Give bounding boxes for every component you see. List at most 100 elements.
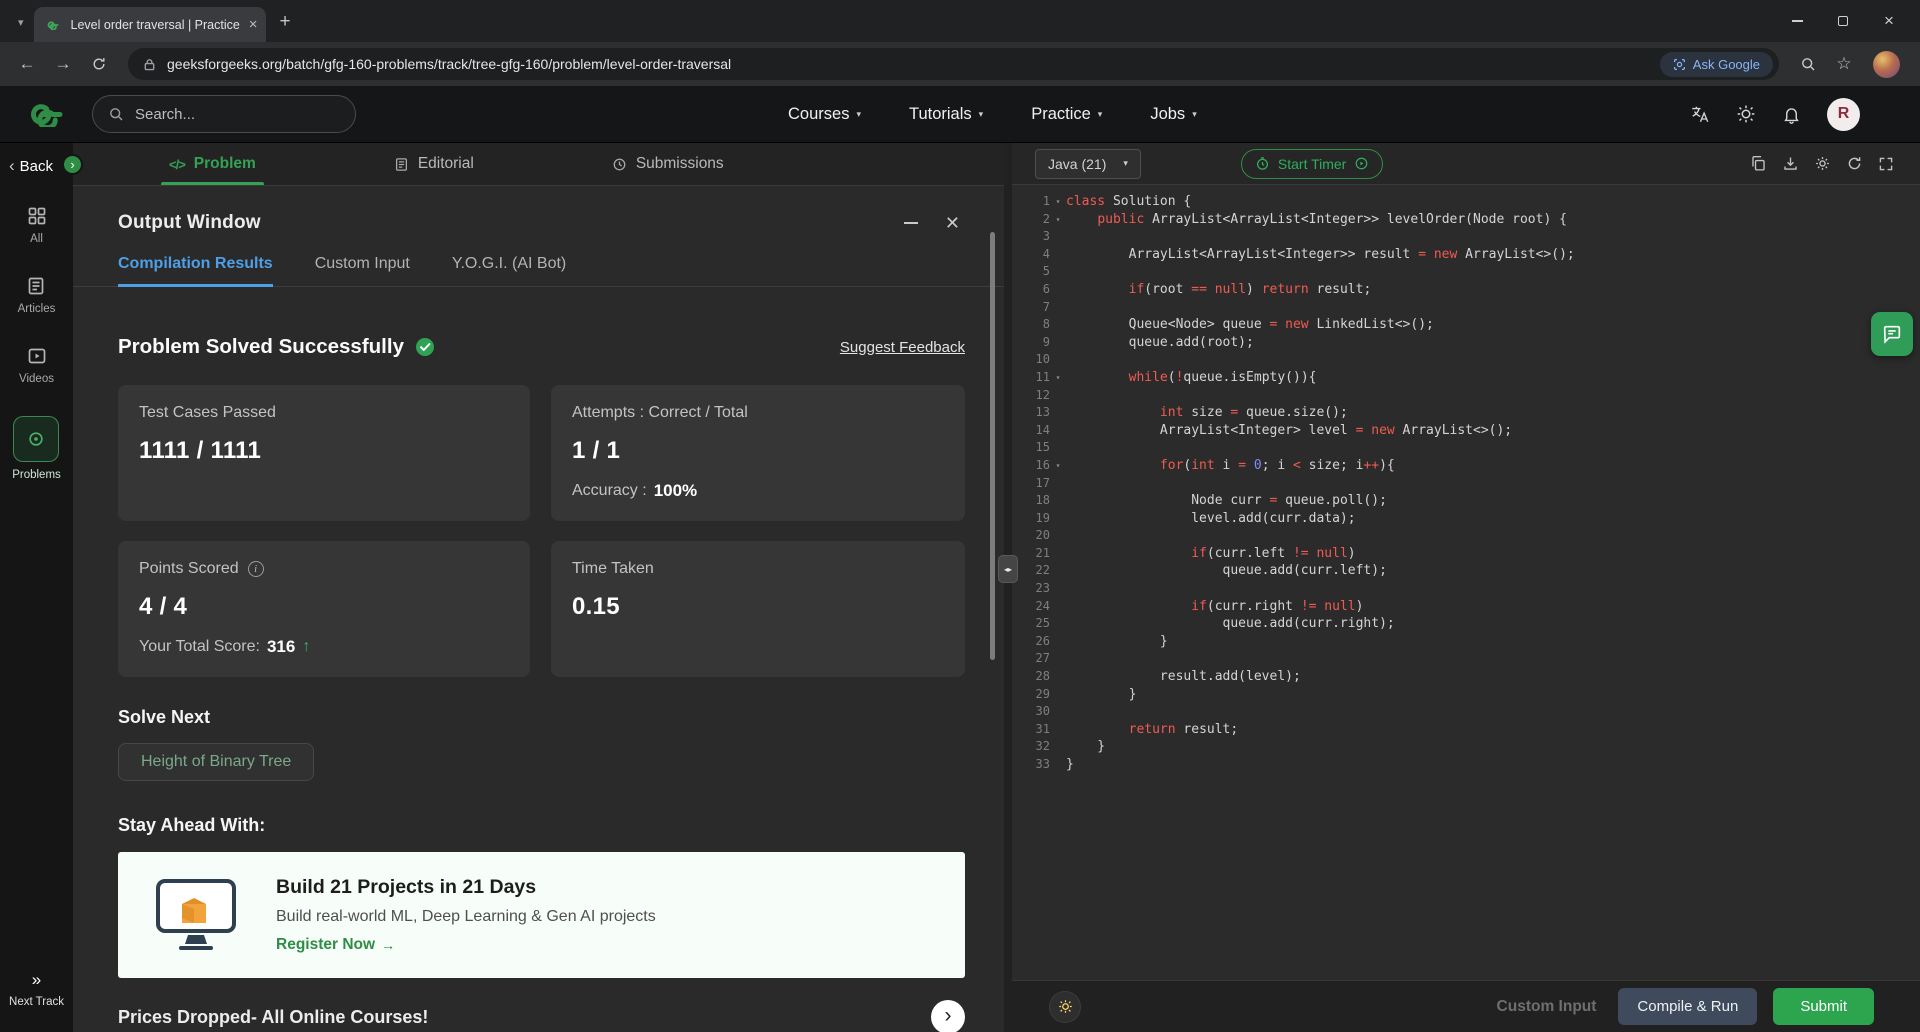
- site-search-input[interactable]: Search...: [92, 95, 356, 133]
- zoom-search-icon[interactable]: [1793, 49, 1823, 79]
- minimize-icon[interactable]: [903, 222, 918, 224]
- panel-scrollbar[interactable]: [990, 232, 995, 660]
- user-avatar[interactable]: R: [1827, 97, 1860, 131]
- code-area[interactable]: 1 ▾ class Solution {2 ▾ public ArrayList<Ar…: [1012, 185, 1920, 980]
- tab-custom-input[interactable]: Custom Input: [315, 255, 410, 286]
- resize-grip-icon[interactable]: ◂▸: [998, 555, 1018, 583]
- compile-run-button[interactable]: Compile & Run: [1618, 988, 1758, 1025]
- back-nav-icon[interactable]: ←: [12, 49, 42, 79]
- code-line[interactable]: 2 ▾ public ArrayList<ArrayList<Integer>> …: [1012, 211, 1920, 229]
- code-line[interactable]: 15: [1012, 439, 1920, 457]
- code-line[interactable]: 19 level.add(curr.data);: [1012, 510, 1920, 528]
- sidebar-item-articles[interactable]: Articles: [18, 276, 55, 315]
- code-line[interactable]: 21 if(curr.left != null): [1012, 545, 1920, 563]
- notification-bell-icon[interactable]: [1782, 105, 1801, 124]
- site-info-lock-icon[interactable]: [143, 58, 156, 71]
- code-line[interactable]: 10: [1012, 351, 1920, 369]
- info-icon[interactable]: i: [247, 561, 264, 577]
- url-bar[interactable]: geeksforgeeks.org/batch/gfg-160-problems…: [128, 48, 1779, 80]
- sidebar-item-all[interactable]: All: [27, 206, 47, 245]
- gfg-logo[interactable]: [26, 102, 76, 127]
- code-line[interactable]: 33}: [1012, 756, 1920, 774]
- translate-icon[interactable]: [1690, 104, 1710, 124]
- suggest-feedback-link[interactable]: Suggest Feedback: [840, 339, 965, 356]
- close-icon[interactable]: ✕: [945, 214, 960, 232]
- code-line[interactable]: 24 if(curr.right != null): [1012, 598, 1920, 616]
- code-line[interactable]: 16 ▾ for(int i = 0; i < size; i++){: [1012, 457, 1920, 475]
- course-promo-banner[interactable]: Build 21 Projects in 21 Days Build real-…: [118, 852, 965, 978]
- code-line[interactable]: 6 if(root == null) return result;: [1012, 281, 1920, 299]
- code-line[interactable]: 7: [1012, 299, 1920, 317]
- reload-icon[interactable]: [84, 49, 114, 79]
- window-maximize-button[interactable]: [1820, 0, 1866, 42]
- start-timer-button[interactable]: Start Timer: [1240, 148, 1384, 179]
- nav-courses[interactable]: Courses ▾: [788, 105, 861, 124]
- code-line[interactable]: 18 Node curr = queue.poll();: [1012, 492, 1920, 510]
- nav-tutorials[interactable]: Tutorials ▾: [909, 105, 983, 124]
- window-close-button[interactable]: ×: [1866, 0, 1912, 42]
- window-minimize-button[interactable]: [1774, 0, 1820, 42]
- sidebar-item-videos[interactable]: Videos: [19, 346, 54, 385]
- tab-close-icon[interactable]: ×: [249, 16, 258, 33]
- timer-clock-icon: [1255, 156, 1270, 171]
- chat-button[interactable]: [1871, 312, 1913, 356]
- sidebar-item-problems[interactable]: Problems: [12, 416, 61, 481]
- register-now-link[interactable]: Register Now →: [276, 936, 395, 954]
- bookmark-star-icon[interactable]: ☆: [1829, 49, 1859, 79]
- theme-sun-icon[interactable]: [1736, 104, 1756, 124]
- code-line[interactable]: 1 ▾ class Solution {: [1012, 193, 1920, 211]
- sidebar-expand-button[interactable]: ›: [62, 154, 83, 175]
- code-line[interactable]: 8 Queue<Node> queue = new LinkedList<>()…: [1012, 316, 1920, 334]
- custom-input-link[interactable]: Custom Input: [1497, 998, 1597, 1016]
- code-line[interactable]: 27: [1012, 650, 1920, 668]
- code-line[interactable]: 22 queue.add(curr.left);: [1012, 562, 1920, 580]
- code-line[interactable]: 3: [1012, 228, 1920, 246]
- tab-search-icon[interactable]: ▾: [18, 16, 24, 29]
- browser-tab[interactable]: Level order traversal | Practice | ×: [33, 7, 266, 42]
- tab-compilation-results[interactable]: Compilation Results: [118, 255, 273, 287]
- code-line[interactable]: 23: [1012, 580, 1920, 598]
- code-line[interactable]: 13 int size = queue.size();: [1012, 404, 1920, 422]
- carousel-next-button[interactable]: ›: [931, 1000, 965, 1032]
- new-tab-button[interactable]: +: [280, 11, 291, 33]
- code-line[interactable]: 30: [1012, 703, 1920, 721]
- code-line[interactable]: 5: [1012, 263, 1920, 281]
- code-line[interactable]: 14 ArrayList<Integer> level = new ArrayL…: [1012, 422, 1920, 440]
- next-track-button[interactable]: » Next Track: [9, 970, 64, 1008]
- reset-code-icon[interactable]: [1846, 155, 1863, 172]
- panel-resizer[interactable]: ◂▸: [998, 143, 1018, 1032]
- tab-problem[interactable]: </> Problem: [161, 143, 264, 185]
- code-line[interactable]: 9 queue.add(root);: [1012, 334, 1920, 352]
- download-code-icon[interactable]: [1782, 155, 1799, 172]
- code-line[interactable]: 17: [1012, 475, 1920, 493]
- chevron-down-icon: ▾: [1123, 158, 1128, 168]
- editor-theme-toggle[interactable]: [1050, 991, 1080, 1022]
- code-line[interactable]: 12: [1012, 387, 1920, 405]
- back-button[interactable]: ‹ Back: [0, 156, 53, 176]
- browser-profile-avatar[interactable]: [1873, 50, 1900, 78]
- tab-yogi-ai-bot[interactable]: Y.O.G.I. (AI Bot): [452, 255, 566, 286]
- code-line[interactable]: 32 }: [1012, 738, 1920, 756]
- code-line[interactable]: 4 ArrayList<ArrayList<Integer>> result =…: [1012, 246, 1920, 264]
- code-line[interactable]: 20: [1012, 527, 1920, 545]
- nav-jobs[interactable]: Jobs ▾: [1150, 105, 1196, 124]
- nav-practice[interactable]: Practice ▾: [1031, 105, 1102, 124]
- submit-button[interactable]: Submit: [1773, 988, 1874, 1025]
- language-select[interactable]: Java (21) ▾: [1035, 148, 1141, 179]
- settings-gear-icon[interactable]: [1814, 155, 1831, 172]
- copy-icon[interactable]: [1750, 155, 1767, 172]
- code-line[interactable]: 28 result.add(level);: [1012, 668, 1920, 686]
- code-line[interactable]: 26 }: [1012, 633, 1920, 651]
- promo-text: Prices Dropped- All Online Courses!: [118, 1006, 429, 1027]
- ask-google-button[interactable]: Ask Google: [1659, 51, 1773, 77]
- tab-editorial[interactable]: Editorial: [394, 143, 474, 185]
- code-line[interactable]: 31 return result;: [1012, 721, 1920, 739]
- code-line[interactable]: 11 ▾ while(!queue.isEmpty()){: [1012, 369, 1920, 387]
- code-lines[interactable]: 1 ▾ class Solution {2 ▾ public ArrayList<Ar…: [1012, 193, 1920, 774]
- code-line[interactable]: 25 queue.add(curr.right);: [1012, 615, 1920, 633]
- forward-nav-icon[interactable]: →: [48, 49, 78, 79]
- code-line[interactable]: 29 }: [1012, 686, 1920, 704]
- fullscreen-icon[interactable]: [1878, 156, 1894, 172]
- next-problem-button[interactable]: Height of Binary Tree: [118, 743, 315, 781]
- tab-submissions[interactable]: Submissions: [612, 143, 724, 185]
